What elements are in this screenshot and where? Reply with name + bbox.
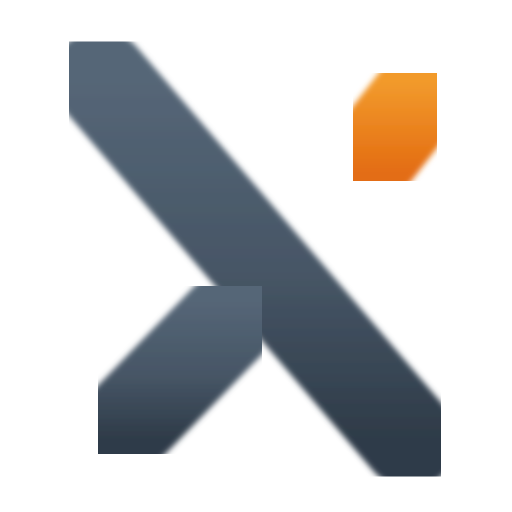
x-lower-left-stroke [64,252,296,488]
x-logo-icon [52,30,476,488]
logo-canvas [0,0,512,512]
x-orange-accent [314,36,476,218]
